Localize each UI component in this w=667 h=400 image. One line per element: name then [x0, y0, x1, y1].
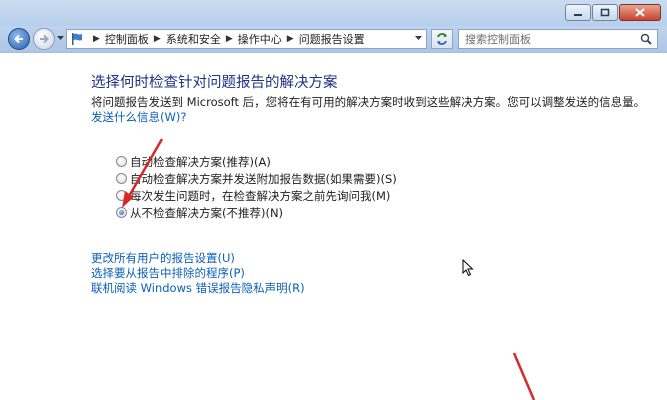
related-links: 更改所有用户的报告设置(U) 选择要从报告中排除的程序(P) 联机阅读 Wind… [0, 250, 305, 295]
back-arrow-icon [14, 34, 23, 44]
main-content: 选择何时检查针对问题报告的解决方案 将问题报告发送到 Microsoft 后，您… [0, 52, 667, 400]
control-panel-flag-icon [70, 32, 84, 46]
privacy-statement-link[interactable]: 联机阅读 Windows 错误报告隐私声明(R) [91, 280, 305, 295]
radio-auto-check[interactable] [116, 156, 127, 167]
option-auto-check[interactable]: 自动检查解决方案(推荐)(A) [116, 153, 397, 170]
search-icon[interactable] [640, 33, 652, 45]
refresh-icon [437, 33, 447, 45]
option-never-check[interactable]: 从不检查解决方案(不推荐)(N) [116, 204, 397, 221]
radio-auto-check-send-data[interactable] [116, 173, 127, 184]
exclude-programs-link[interactable]: 选择要从报告中排除的程序(P) [91, 265, 305, 280]
title-bar [0, 0, 667, 26]
radio-ask-each-time[interactable] [116, 190, 127, 201]
forward-button[interactable] [33, 28, 55, 50]
radio-never-check[interactable] [116, 207, 127, 218]
breadcrumb-control-panel[interactable]: 控制面板 [105, 31, 149, 47]
navigation-bar: ▶ 控制面板 ▶ 系统和安全 ▶ 操作中心 ▶ 问题报告设置 [0, 26, 667, 52]
change-all-users-settings-link[interactable]: 更改所有用户的报告设置(U) [91, 250, 305, 265]
close-button[interactable] [619, 4, 661, 21]
breadcrumb-separator-icon[interactable]: ▶ [154, 34, 161, 44]
page-title: 选择何时检查针对问题报告的解决方案 [91, 75, 338, 91]
close-icon [635, 8, 645, 17]
minimize-icon [574, 13, 582, 16]
back-button[interactable] [8, 28, 30, 50]
breadcrumb-separator-icon: ▶ [93, 34, 100, 44]
option-label: 自动检查解决方案并发送附加报告数据(如果需要)(S) [130, 171, 397, 186]
search-box [458, 29, 658, 49]
option-ask-each-time[interactable]: 每次发生问题时，在检查解决方案之前先询问我(M) [116, 187, 397, 204]
option-label: 从不检查解决方案(不推荐)(N) [130, 205, 284, 220]
mouse-cursor-icon [462, 259, 474, 277]
breadcrumb-separator-icon[interactable]: ▶ [287, 34, 294, 44]
check-solutions-radio-group: 自动检查解决方案(推荐)(A) 自动检查解决方案并发送附加报告数据(如果需要)(… [116, 153, 397, 221]
maximize-button[interactable] [592, 4, 618, 21]
breadcrumb-problem-reporting-settings[interactable]: 问题报告设置 [299, 31, 365, 47]
address-bar[interactable]: ▶ 控制面板 ▶ 系统和安全 ▶ 操作中心 ▶ 问题报告设置 [66, 29, 427, 49]
option-label: 每次发生问题时，在检查解决方案之前先询问我(M) [130, 188, 391, 203]
window-controls [564, 4, 661, 21]
refresh-button[interactable] [431, 29, 453, 49]
breadcrumb: ▶ 控制面板 ▶ 系统和安全 ▶ 操作中心 ▶ 问题报告设置 [88, 31, 365, 47]
page-description: 将问题报告发送到 Microsoft 后，您将在有可用的解决方案时收到这些解决方… [91, 95, 646, 109]
minimize-button[interactable] [565, 4, 591, 21]
search-input[interactable] [465, 31, 641, 47]
option-auto-check-send-data[interactable]: 自动检查解决方案并发送附加报告数据(如果需要)(S) [116, 170, 397, 187]
breadcrumb-separator-icon[interactable]: ▶ [226, 34, 233, 44]
history-dropdown-icon[interactable] [57, 36, 64, 41]
maximize-icon [600, 8, 610, 17]
option-label: 自动检查解决方案(推荐)(A) [130, 154, 271, 169]
breadcrumb-action-center[interactable]: 操作中心 [238, 31, 282, 47]
breadcrumb-system-security[interactable]: 系统和安全 [166, 31, 221, 47]
forward-arrow-icon [40, 34, 49, 44]
address-dropdown-icon[interactable] [415, 36, 422, 41]
what-info-is-sent-link[interactable]: 发送什么信息(W)? [91, 109, 186, 125]
